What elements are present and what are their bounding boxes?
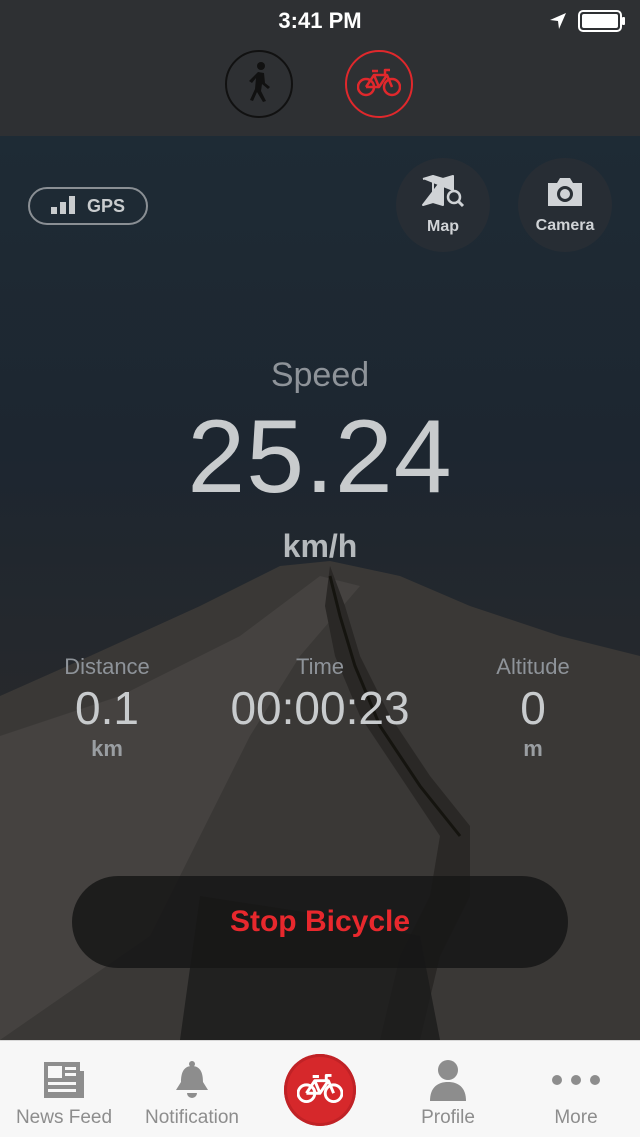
- tab-notification[interactable]: Notification: [128, 1041, 256, 1137]
- signal-bars-icon: [50, 194, 79, 219]
- distance-stat: Distance 0.1 km: [42, 654, 172, 762]
- time-value: 00:00:23: [230, 682, 410, 734]
- altitude-value: 0: [520, 682, 546, 734]
- tab-profile[interactable]: Profile: [384, 1041, 512, 1137]
- speed-label: Speed: [270, 356, 370, 394]
- status-bar: 3:41 PM: [0, 0, 640, 40]
- time-stat: Time 00:00:23: [200, 654, 440, 734]
- tab-profile-label: Profile: [421, 1107, 475, 1128]
- tab-news-feed-label: News Feed: [15, 1107, 113, 1128]
- bicycle-icon: [296, 1072, 344, 1109]
- gps-label: GPS: [86, 195, 125, 216]
- map-button-label: Map: [427, 217, 459, 235]
- distance-unit: km: [91, 736, 123, 761]
- header: 3:41 PM: [0, 0, 640, 136]
- altitude-stat: Altitude 0 m: [468, 654, 598, 762]
- battery-icon: [578, 10, 626, 37]
- walking-person-icon: [244, 61, 274, 108]
- more-dots-icon: [512, 1055, 640, 1105]
- time-label: Time: [295, 654, 345, 679]
- tab-news-feed[interactable]: News Feed: [0, 1041, 128, 1137]
- map-search-icon: [421, 174, 465, 214]
- newspaper-icon: [0, 1055, 128, 1105]
- gps-signal-indicator: GPS: [28, 187, 148, 225]
- speed-unit: km/h: [282, 528, 358, 564]
- tab-notification-label: Notification: [145, 1107, 239, 1128]
- map-button[interactable]: Map: [396, 158, 490, 252]
- status-time: 3:41 PM: [278, 8, 362, 33]
- distance-label: Distance: [64, 654, 150, 679]
- location-arrow-icon: [548, 11, 568, 36]
- bicycle-icon: [356, 67, 402, 102]
- distance-value: 0.1: [75, 682, 139, 734]
- camera-button[interactable]: Camera: [518, 158, 612, 252]
- stop-bicycle-button[interactable]: Stop Bicycle: [72, 876, 568, 968]
- bell-icon: [128, 1055, 256, 1105]
- tab-bicycle-activity[interactable]: [284, 1054, 356, 1126]
- person-icon: [384, 1055, 512, 1105]
- speed-value: 25.24: [187, 399, 453, 515]
- walk-mode-button[interactable]: [225, 50, 293, 118]
- tab-more[interactable]: More: [512, 1041, 640, 1137]
- bicycle-mode-button[interactable]: [345, 50, 413, 118]
- camera-icon: [545, 176, 585, 213]
- altitude-label: Altitude: [496, 654, 570, 679]
- altitude-unit: m: [523, 736, 543, 761]
- tab-more-label: More: [554, 1107, 598, 1128]
- camera-button-label: Camera: [535, 216, 595, 234]
